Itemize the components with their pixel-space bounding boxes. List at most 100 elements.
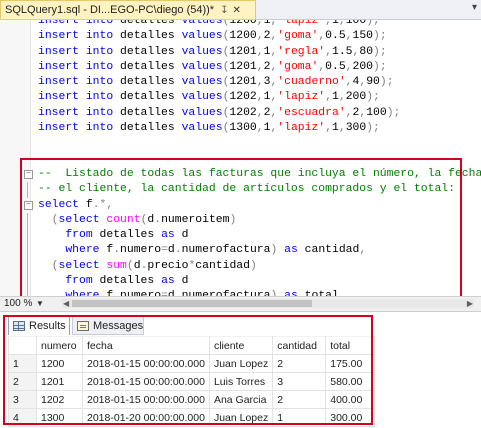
tab-list-dropdown-icon[interactable]: ▾ [472,2,477,13]
code-token: count [106,213,141,226]
cell-cliente[interactable]: Juan Lopez [208,354,274,373]
code-token: 1 [332,91,339,104]
code-token: ) [270,244,285,257]
code-line[interactable]: insert into detalles values(1202,2,'escu… [0,106,481,121]
tab-messages[interactable]: Messages [72,316,144,335]
code-token: detalles [120,20,182,27]
code-token: as [161,229,182,242]
horizontal-scrollbar[interactable]: ◀ ▶ [62,299,474,308]
zoom-dropdown-icon[interactable]: ▼ [36,297,44,310]
code-line[interactable]: insert into detalles values(1201,3,'cuad… [0,75,481,90]
code-line[interactable]: − -- Listado de todas las facturas que in… [0,167,481,182]
tab-messages-label: Messages [93,320,144,332]
code-token: , [325,91,332,104]
fold-toggle-icon[interactable]: − [24,200,33,210]
code-token: ); [373,30,387,43]
zoom-level[interactable]: 100 % [4,297,32,310]
code-line[interactable]: insert into detalles values(1300,1,'lapi… [0,121,481,136]
cell-numero[interactable]: 1201 [36,372,83,391]
code-line[interactable]: insert into detalles values(1200,1,'lapi… [0,20,481,29]
table-row[interactable]: 4 1300 2018-01-20 00:00:00.000 Juan Lope… [8,408,376,427]
cell-fecha[interactable]: 2018-01-15 00:00:00.000 [82,372,210,391]
code-line[interactable]: insert into detalles values(1201,1,'regl… [0,45,481,60]
code-token: values [181,91,223,104]
code-token: 'lapiz' [277,20,326,27]
code-token: values [181,60,223,73]
row-number[interactable]: 4 [8,408,37,427]
cell-numero[interactable]: 1200 [36,354,83,373]
code-token: ); [373,45,387,58]
tab-results[interactable]: Results [8,316,70,335]
code-line[interactable] [0,152,481,167]
code-line[interactable]: where f.numero=d.numerofactura) as canti… [0,243,481,259]
column-header-cantidad[interactable]: cantidad [272,336,327,355]
cell-total[interactable]: 300.00 [325,408,376,427]
column-header-numero[interactable]: numero [36,336,83,355]
code-token: ( [51,259,59,272]
code-token: , [338,20,346,27]
scroll-left-icon[interactable]: ◀ [63,297,69,310]
cell-cliente[interactable]: Luis Torres [208,372,274,391]
code-token: 1200 [229,20,257,27]
results-pane: Results Messages numero fecha cliente ca… [0,312,481,428]
cell-cantidad[interactable]: 2 [272,390,327,409]
fold-guide-line [27,258,28,275]
code-line[interactable] [0,136,481,151]
column-header-cliente[interactable]: cliente [208,336,274,355]
row-number[interactable]: 1 [8,354,37,373]
code-line[interactable]: -- el cliente, la cantidad de artículos … [0,182,481,198]
code-token: ); [386,106,401,119]
cell-total[interactable]: 580.00 [325,372,376,391]
table-row[interactable]: 3 1202 2018-01-15 00:00:00.000 Ana Garci… [8,390,376,409]
code-line[interactable]: from detalles as d [0,228,481,244]
cell-fecha[interactable]: 2018-01-15 00:00:00.000 [82,354,210,373]
code-token: 150 [352,30,374,43]
cell-total[interactable]: 175.00 [325,354,376,373]
close-icon[interactable]: ✕ [232,5,240,16]
code-line[interactable]: insert into detalles values(1202,1,'lapi… [0,90,481,105]
code-line[interactable]: insert into detalles values(1200,2,'goma… [0,29,481,44]
results-grid[interactable]: numero fecha cliente cantidad total 1 12… [8,336,376,427]
query-editor[interactable]: insert into detalles values(1200,1,'lapi… [0,20,481,296]
pin-icon[interactable]: ↧ [220,5,228,16]
code-line[interactable]: (select count(d.numeroitem) [0,212,481,229]
row-number[interactable]: 3 [8,390,37,409]
cell-fecha[interactable]: 2018-01-20 00:00:00.000 [82,408,210,427]
cell-cliente[interactable]: Juan Lopez [208,408,274,427]
cell-fecha[interactable]: 2018-01-15 00:00:00.000 [82,390,210,409]
scroll-right-icon[interactable]: ▶ [467,297,473,310]
code-token: .*, [92,198,114,211]
column-header-fecha[interactable]: fecha [82,336,210,355]
cell-numero[interactable]: 1202 [36,390,83,409]
cell-numero[interactable]: 1300 [36,408,83,427]
cell-cliente[interactable]: Ana Garcia [208,390,274,409]
code-token: insert into [38,76,121,89]
code-line[interactable]: (select sum(d.precio*cantidad) [0,258,481,275]
column-header-total[interactable]: total [325,336,376,355]
fold-guide-line [27,212,28,229]
code-token: where [65,244,107,257]
cell-cantidad[interactable]: 2 [272,354,327,373]
cell-total[interactable]: 400.00 [325,390,376,409]
code-token: 1 [332,20,339,27]
cell-cantidad[interactable]: 1 [272,408,327,427]
fold-toggle-icon[interactable]: − [24,169,33,179]
cell-cantidad[interactable]: 3 [272,372,327,391]
scrollbar-thumb[interactable] [72,300,312,307]
query-document-tab[interactable]: SQLQuery1.sql - DI...EGO-PC\diego (54))*… [0,0,256,19]
code-token: ); [373,60,387,73]
code-token: cantidad [195,259,250,272]
code-line[interactable]: insert into detalles values(1201,2,'goma… [0,60,481,75]
code-token: values [181,76,223,89]
code-line[interactable]: − select f.*, [0,198,481,213]
code-line[interactable]: where f.numero=d.numerofactura) as total [0,289,481,296]
code-token: detalles [120,30,182,43]
code-line[interactable]: from detalles as d [0,274,481,290]
table-row[interactable]: 1 1200 2018-01-15 00:00:00.000 Juan Lope… [8,354,376,373]
row-number[interactable]: 2 [8,372,37,391]
code-token: , [256,20,264,27]
document-tab-strip: SQLQuery1.sql - DI...EGO-PC\diego (54))*… [0,0,481,20]
code-token: values [181,122,223,135]
table-row[interactable]: 2 1201 2018-01-15 00:00:00.000 Luis Torr… [8,372,376,391]
